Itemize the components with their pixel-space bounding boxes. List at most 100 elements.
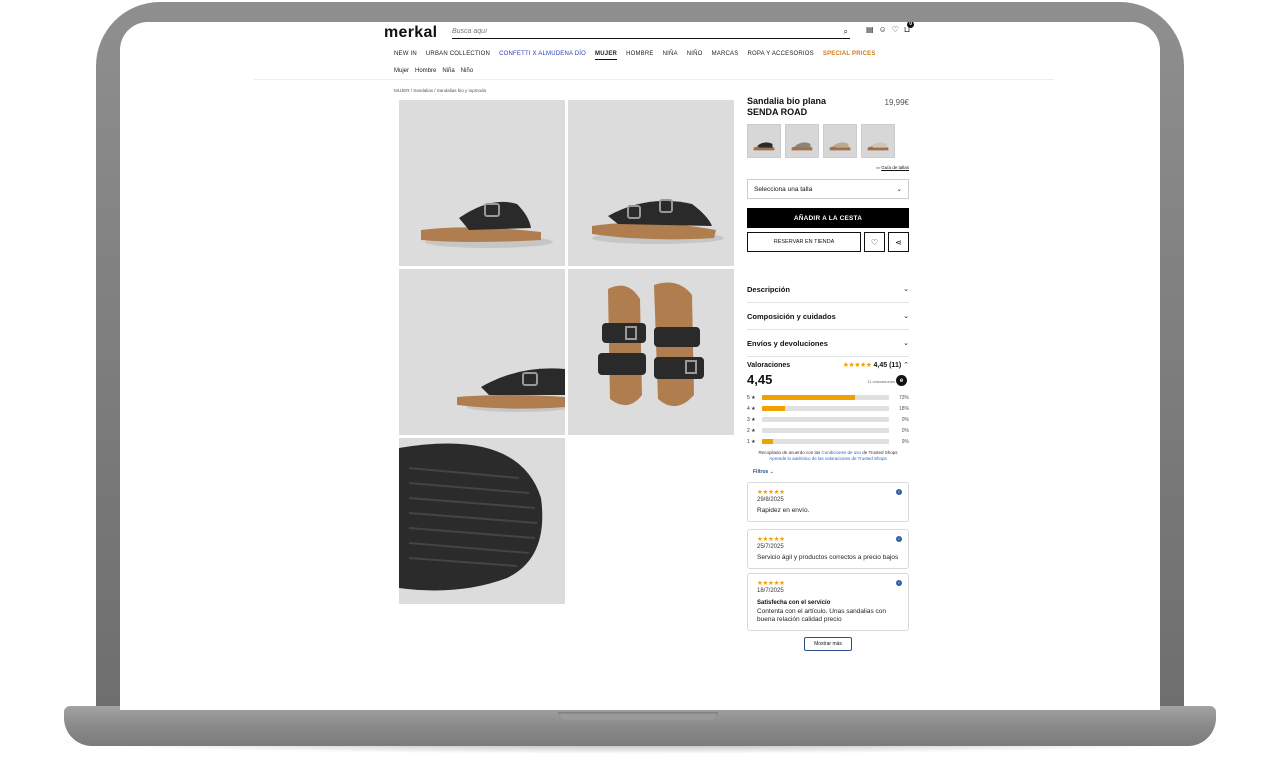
review-card: ★★★★★ ✓ 29/8/2025 Rapidez en envío. [747, 482, 909, 522]
review-stars-icon: ★★★★★ [757, 536, 785, 543]
subnav-item-hombre[interactable]: Hombre [415, 68, 436, 74]
star-rating-icon: ★★★★★ [842, 362, 872, 369]
wishlist-heart-icon[interactable]: ♡ [864, 232, 885, 252]
size-select[interactable]: Selecciona una talla ⌄ [747, 179, 909, 199]
rating-bar-track [762, 395, 889, 400]
swatch-beige[interactable] [823, 124, 857, 158]
laptop-screen: merkal ⌕ ▤ ☺ ♡ ⊔0 NEW IN URBAN COLLECTIO… [120, 22, 1160, 710]
main-nav: NEW IN URBAN COLLECTION CONFETTI X ALMUD… [394, 51, 876, 60]
verified-icon: ✓ [896, 580, 902, 586]
rating-bar-label: 3 ★ [747, 416, 756, 423]
star-icon: ★ [751, 394, 756, 401]
authenticity-link[interactable]: Aprende lo auténtico de las valoraciones… [769, 456, 887, 461]
ratings-header[interactable]: Valoraciones ★★★★★ 4,45 (11) ⌃ [747, 361, 909, 370]
rating-bar-row[interactable]: 1 ★ 9% [747, 436, 909, 447]
product-info: Sandalia bio plana SENDA ROAD 19,99€ ▭ G… [747, 96, 909, 651]
verified-icon: ✓ [896, 536, 902, 542]
user-icon[interactable]: ☺ [879, 25, 887, 34]
search-input[interactable] [452, 28, 812, 35]
filters-toggle[interactable]: Filtros ⌄ [753, 469, 909, 475]
accordion-composition[interactable]: Composición y cuidados ⌄ [747, 303, 909, 330]
product-photo-sole[interactable] [399, 438, 565, 604]
cart-icon[interactable]: ⊔ 0 [904, 22, 915, 34]
nav-item-mujer[interactable]: MUJER [595, 51, 618, 60]
rating-bar-row[interactable]: 2 ★ 0% [747, 425, 909, 436]
nav-item-confetti[interactable]: CONFETTI X ALMUDENA DÍO [499, 51, 586, 60]
rating-bar-label: 2 ★ [747, 427, 756, 434]
nav-item-special-prices[interactable]: SPECIAL PRICES [823, 51, 876, 60]
reserve-in-store-button[interactable]: RESERVAR EN TIENDA [747, 232, 861, 252]
share-icon[interactable]: ⋖ [888, 232, 909, 252]
star-icon: ★ [751, 438, 756, 445]
show-more-button[interactable]: Mostrar más [804, 637, 852, 651]
laptop-notch [558, 712, 718, 720]
subnav-item-nino[interactable]: Niño [461, 68, 473, 74]
site-logo[interactable]: merkal [384, 24, 437, 42]
terms-link[interactable]: Condiciones de uso [821, 450, 861, 455]
swatch-taupe[interactable] [785, 124, 819, 158]
review-date: 18/7/2025 [757, 588, 784, 594]
swatch-light[interactable] [861, 124, 895, 158]
swatch-black[interactable] [747, 124, 781, 158]
review-card: ★★★★★ ✓ 25/7/2025 Servicio ágil y produc… [747, 529, 909, 569]
chevron-down-icon: ⌄ [903, 313, 909, 320]
subnav-item-mujer[interactable]: Mujer [394, 68, 409, 74]
review-stars-icon: ★★★★★ [757, 489, 785, 496]
color-swatches [747, 124, 909, 158]
nav-item-ropa[interactable]: ROPA Y ACCESORIOS [747, 51, 813, 60]
nav-item-nino[interactable]: NIÑO [687, 51, 703, 60]
sub-nav: Mujer Hombre Niña Niño [394, 68, 473, 74]
star-icon: ★ [751, 405, 756, 412]
chevron-down-icon: ⌄ [903, 286, 909, 293]
rating-bar-fill [762, 395, 855, 400]
chevron-down-icon: ⌄ [903, 340, 909, 347]
review-card: ★★★★★ ✓ 18/7/2025 Satisfecha con el serv… [747, 573, 909, 631]
review-text: Servicio ágil y productos correctos a pr… [757, 554, 899, 561]
product-photo-side[interactable] [399, 100, 565, 266]
search-bar[interactable]: ⌕ [452, 25, 850, 39]
store-icon[interactable]: ▤ [866, 25, 874, 34]
chevron-down-icon: ⌄ [769, 469, 774, 475]
add-to-cart-button[interactable]: AÑADIR A LA CESTA [747, 208, 909, 228]
ratings-summary: ★★★★★ 4,45 (11) ⌃ [842, 362, 909, 369]
product-photo-back[interactable] [399, 269, 565, 435]
rating-bar-track [762, 428, 889, 433]
rating-bar-label: 4 ★ [747, 405, 756, 412]
rating-bar-percent: 0% [901, 427, 909, 434]
star-icon: ★ [751, 427, 756, 434]
review-date: 29/8/2025 [757, 497, 784, 503]
rating-bar-track [762, 439, 889, 444]
rating-bar-row[interactable]: 5 ★ 73% [747, 392, 909, 403]
rating-bar-label: 5 ★ [747, 394, 756, 401]
nav-item-new-in[interactable]: NEW IN [394, 51, 417, 60]
breadcrumb[interactable]: MUJER / Sandalias / Sandalias bio y topm… [394, 88, 486, 93]
trusted-shops-logo-icon: e [896, 375, 907, 386]
size-guide-link[interactable]: ▭ Guía de tallas [747, 165, 909, 171]
product-page: merkal ⌕ ▤ ☺ ♡ ⊔0 NEW IN URBAN COLLECTIO… [240, 22, 1108, 710]
ratings-label: Valoraciones [747, 361, 791, 369]
rating-bar-track [762, 406, 889, 411]
subnav-item-nina[interactable]: Niña [442, 68, 454, 74]
nav-item-hombre[interactable]: HOMBRE [626, 51, 654, 60]
product-price: 19,99€ [884, 98, 909, 107]
accordion-description[interactable]: Descripción ⌄ [747, 276, 909, 303]
review-text: Contenta con el artículo. Unas sandalias… [757, 608, 886, 623]
rating-bar-fill [762, 406, 785, 411]
product-photo-top[interactable] [568, 269, 734, 435]
site-header: merkal ⌕ ▤ ☺ ♡ ⊔0 NEW IN URBAN COLLECTIO… [254, 22, 1054, 80]
nav-item-nina[interactable]: NIÑA [663, 51, 678, 60]
product-photo-angle[interactable] [568, 100, 734, 266]
rating-bar-row[interactable]: 4 ★ 18% [747, 403, 909, 414]
header-icons: ▤ ☺ ♡ ⊔ 0 [866, 22, 915, 34]
laptop-mockup: merkal ⌕ ▤ ☺ ♡ ⊔0 NEW IN URBAN COLLECTIO… [0, 0, 1280, 762]
chevron-up-icon: ⌃ [903, 362, 909, 369]
ratings-disclaimer: Recopilado de acuerdo con las Condicione… [758, 450, 898, 461]
rating-bar-row[interactable]: 3 ★ 0% [747, 414, 909, 425]
nav-item-urban-collection[interactable]: URBAN COLLECTION [426, 51, 490, 60]
heart-icon[interactable]: ♡ [892, 25, 899, 34]
nav-item-marcas[interactable]: MARCAS [712, 51, 739, 60]
rating-bar-track [762, 417, 889, 422]
verified-icon: ✓ [896, 489, 902, 495]
accordion-shipping[interactable]: Envíos y devoluciones ⌄ [747, 330, 909, 357]
search-icon[interactable]: ⌕ [844, 27, 848, 37]
